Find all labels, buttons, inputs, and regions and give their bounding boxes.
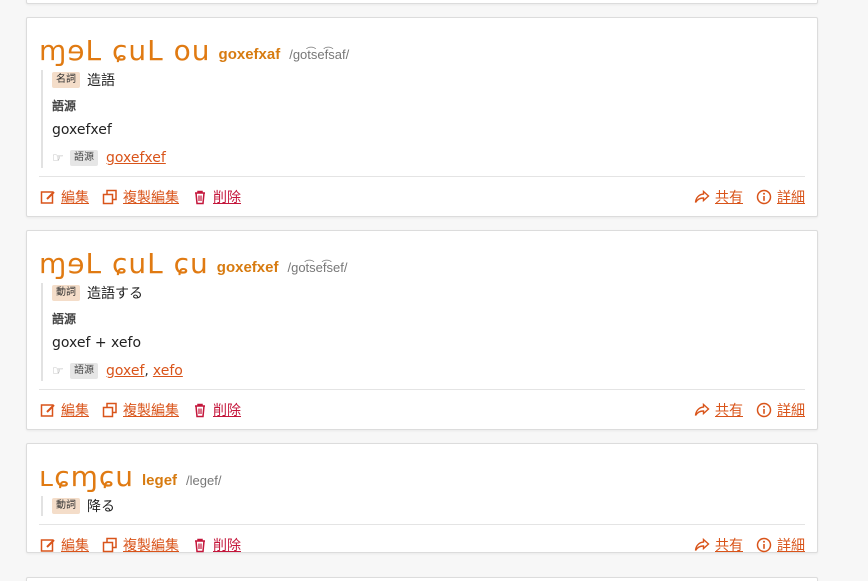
divider	[39, 524, 805, 525]
relation-tag: 語源	[70, 150, 98, 166]
definition-text: 降る	[87, 499, 115, 515]
part-of-speech-badge: 動詞	[52, 285, 80, 301]
copy-edit-label: 複製編集	[123, 538, 179, 554]
delete-label: 削除	[213, 190, 241, 206]
link-separator: ,	[144, 363, 149, 379]
edit-label: 編集	[61, 190, 89, 206]
relation-row: ☞ 語源 goxefxef	[52, 148, 805, 168]
edit-button[interactable]: 編集	[39, 187, 89, 207]
trash-icon	[191, 401, 209, 419]
entry-pronunciation: /got͡sef͡saf/	[289, 47, 350, 62]
entry-script-name: ɱɘL ɕuL ɕu	[39, 247, 209, 280]
copy-edit-label: 複製編集	[123, 403, 179, 419]
copy-edit-button[interactable]: 複製編集	[101, 535, 179, 555]
edit-button[interactable]: 編集	[39, 400, 89, 420]
next-entry-card	[26, 577, 818, 581]
edit-button[interactable]: 編集	[39, 535, 89, 555]
etymology-text: goxef + xefo	[52, 335, 142, 351]
edit-label: 編集	[61, 538, 89, 554]
copy-icon	[101, 188, 119, 206]
related-word-link[interactable]: goxefxef	[106, 150, 166, 166]
entry-pronunciation: /legef/	[186, 473, 222, 488]
etymology-label: 語源	[52, 312, 77, 326]
pointing-hand-icon: ☞	[52, 363, 64, 379]
copy-edit-button[interactable]: 複製編集	[101, 187, 179, 207]
share-icon	[693, 401, 711, 419]
divider	[39, 176, 805, 177]
info-icon	[755, 188, 773, 206]
delete-button[interactable]: 削除	[191, 400, 241, 420]
relation-tag: 語源	[70, 363, 98, 379]
related-word-link[interactable]: goxef	[106, 363, 144, 379]
entry-header: ɱɘL ɕuL ɕu goxefxef /got͡sef͡sef/	[39, 243, 347, 279]
entry-script-name: ɱɘL ɕuL ou	[39, 34, 211, 67]
definition-text: 造語する	[87, 286, 143, 302]
word-entry-card: ɱɘL ɕuL ou goxefxaf /got͡sef͡saf/ 名詞 造語 …	[26, 17, 818, 217]
share-icon	[693, 188, 711, 206]
edit-icon	[39, 536, 57, 554]
definition-row: 動詞 降る	[52, 496, 805, 516]
entry-name: goxefxaf	[218, 46, 281, 63]
definition-row: 名詞 造語	[52, 70, 805, 90]
entry-actions: 編集 複製編集 削除 共有 詳細	[39, 187, 805, 207]
word-entry-card: ɱɘL ɕuL ɕu goxefxef /got͡sef͡sef/ 動詞 造語す…	[26, 230, 818, 430]
delete-button[interactable]: 削除	[191, 187, 241, 207]
copy-edit-button[interactable]: 複製編集	[101, 400, 179, 420]
trash-icon	[191, 188, 209, 206]
share-button[interactable]: 共有	[693, 535, 743, 555]
relation-row: ☞ 語源 goxef , xefo	[52, 361, 805, 381]
share-label: 共有	[715, 538, 743, 554]
entry-script-name: ʟɕɱɕu	[39, 460, 135, 493]
share-button[interactable]: 共有	[693, 187, 743, 207]
etymology-text: goxefxef	[52, 122, 112, 138]
delete-label: 削除	[213, 403, 241, 419]
etymology-label: 語源	[52, 99, 77, 113]
part-of-speech-badge: 動詞	[52, 498, 80, 514]
entry-body: 動詞 降る	[41, 496, 805, 516]
copy-edit-label: 複製編集	[123, 190, 179, 206]
entry-header: ʟɕɱɕu legef /legef/	[39, 456, 221, 492]
word-entry-card: ʟɕɱɕu legef /legef/ 動詞 降る 編集 複製編集 削除 共有	[26, 443, 818, 555]
details-button[interactable]: 詳細	[755, 535, 805, 555]
pointing-hand-icon: ☞	[52, 150, 64, 166]
part-of-speech-badge: 名詞	[52, 72, 80, 88]
entry-pronunciation: /got͡sef͡sef/	[287, 260, 348, 275]
details-label: 詳細	[777, 190, 805, 206]
entry-body: 動詞 造語する 語源 goxef + xefo ☞ 語源 goxef , xef…	[41, 283, 805, 381]
entry-actions: 編集 複製編集 削除 共有 詳細	[39, 400, 805, 420]
trash-icon	[191, 536, 209, 554]
edit-label: 編集	[61, 403, 89, 419]
divider	[39, 389, 805, 390]
entry-name: goxefxef	[216, 259, 279, 276]
share-label: 共有	[715, 403, 743, 419]
share-icon	[693, 536, 711, 554]
edit-icon	[39, 401, 57, 419]
details-button[interactable]: 詳細	[755, 400, 805, 420]
definition-text: 造語	[87, 73, 115, 89]
copy-icon	[101, 401, 119, 419]
entry-header: ɱɘL ɕuL ou goxefxaf /got͡sef͡saf/	[39, 30, 349, 66]
details-button[interactable]: 詳細	[755, 187, 805, 207]
entry-name: legef	[142, 472, 178, 489]
info-icon	[755, 536, 773, 554]
delete-label: 削除	[213, 538, 241, 554]
info-icon	[755, 401, 773, 419]
share-label: 共有	[715, 190, 743, 206]
details-label: 詳細	[777, 403, 805, 419]
related-word-link[interactable]: xefo	[153, 363, 183, 379]
delete-button[interactable]: 削除	[191, 535, 241, 555]
details-label: 詳細	[777, 538, 805, 554]
copy-icon	[101, 536, 119, 554]
previous-entry-card	[26, 0, 818, 4]
definition-row: 動詞 造語する	[52, 283, 805, 303]
edit-icon	[39, 188, 57, 206]
entry-actions: 編集 複製編集 削除 共有 詳細	[39, 535, 805, 555]
entry-body: 名詞 造語 語源 goxefxef ☞ 語源 goxefxef	[41, 70, 805, 168]
share-button[interactable]: 共有	[693, 400, 743, 420]
